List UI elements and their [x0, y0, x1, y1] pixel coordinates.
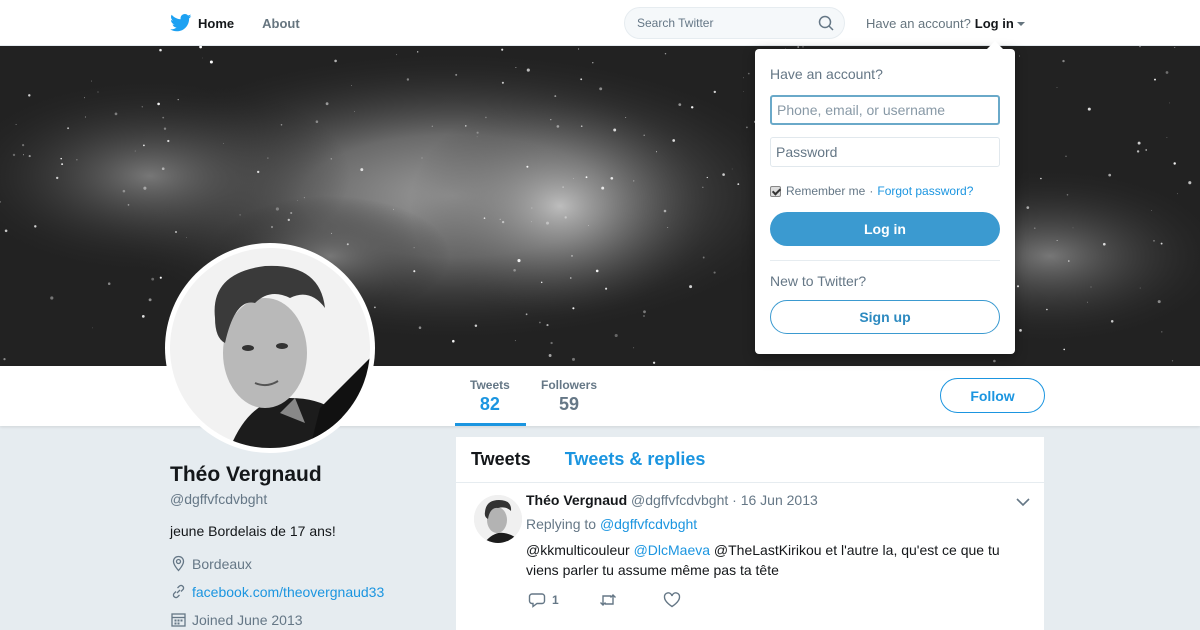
link-icon [172, 584, 185, 599]
password-input[interactable] [770, 137, 1000, 167]
profile-avatar[interactable] [165, 243, 375, 453]
nav-left: Home About [170, 0, 328, 46]
replying-to-handle[interactable]: @dgffvfcdvbght [600, 516, 697, 532]
website-link[interactable]: facebook.com/theovergnaud33 [192, 584, 384, 600]
tweet-item[interactable]: Théo Vergnaud @dgffvfcdvbght · 16 Jun 20… [456, 483, 1044, 623]
login-dropdown: Have an account? Remember me · Forgot pa… [755, 41, 1015, 354]
chevron-down-icon[interactable] [1016, 497, 1030, 507]
username-input[interactable] [770, 95, 1000, 125]
reply-icon [528, 593, 546, 608]
follow-button[interactable]: Follow [940, 378, 1045, 413]
tweet-replying-to: Replying to @dgffvfcdvbght [526, 516, 697, 532]
tab-tweets[interactable]: Tweets [471, 449, 531, 470]
followers-stat-value: 59 [558, 394, 580, 414]
tweet-mention[interactable]: @DlcMaeva [634, 542, 710, 558]
remember-row: Remember me · Forgot password? [770, 184, 973, 198]
tweet-header: Théo Vergnaud @dgffvfcdvbght · 16 Jun 20… [526, 492, 818, 508]
tweet-text-part1: @kkmulticouleur [526, 542, 630, 558]
home-label: Home [198, 15, 235, 31]
login-button[interactable]: Log in [770, 212, 1000, 246]
retweet-icon [599, 594, 616, 606]
retweet-action[interactable] [599, 591, 623, 609]
home-link[interactable]: Home [170, 14, 234, 32]
replying-to-label: Replying to [526, 516, 597, 532]
search-box [624, 7, 845, 39]
reply-action[interactable]: 1 [528, 591, 559, 609]
search-input[interactable] [637, 8, 817, 38]
tweets-stat[interactable]: Tweets 82 [470, 378, 510, 415]
remember-checkbox[interactable] [770, 185, 781, 197]
search-icon[interactable] [818, 15, 834, 31]
active-tab-underline [455, 423, 526, 426]
like-action[interactable] [663, 591, 687, 609]
profile-joined: Joined June 2013 [170, 611, 303, 628]
timeline: Tweets Tweets & replies Théo Vergnaud @d… [456, 437, 1044, 630]
tweet-author-name[interactable]: Théo Vergnaud [526, 492, 627, 508]
tweet-actions: 1 [528, 591, 727, 609]
tweet-date[interactable]: 16 Jun 2013 [741, 492, 818, 508]
tweets-stat-value: 82 [479, 394, 500, 414]
joined-text: Joined June 2013 [192, 611, 303, 628]
tweet-author-handle[interactable]: @dgffvfcdvbght [631, 492, 728, 508]
login-toggle[interactable]: Log in [975, 16, 1014, 31]
tweet-avatar[interactable] [474, 495, 522, 543]
location-icon [172, 555, 185, 572]
followers-stat[interactable]: Followers 59 [541, 378, 597, 415]
forgot-password-link[interactable]: Forgot password? [877, 184, 973, 198]
profile-location: Bordeaux [170, 555, 252, 572]
avatar-image [170, 248, 370, 448]
profile-website[interactable]: facebook.com/theovergnaud33 [170, 583, 384, 600]
tweets-stat-label: Tweets [470, 378, 510, 392]
remember-separator: · [869, 184, 874, 198]
tweet-dot: · [732, 492, 737, 508]
tab-tweets-replies[interactable]: Tweets & replies [565, 449, 706, 470]
top-navigation-bar: Home About Have an account? Log in [0, 0, 1200, 46]
have-account-text: Have an account? [866, 16, 971, 31]
tweet-text: @kkmulticouleur @DlcMaeva @TheLastKiriko… [526, 540, 1026, 580]
signup-button[interactable]: Sign up [770, 300, 1000, 334]
new-to-twitter-text: New to Twitter? [770, 273, 867, 289]
tweet-avatar-image [474, 495, 522, 543]
calendar-icon [171, 613, 186, 627]
dropdown-title: Have an account? [770, 66, 883, 82]
profile-name[interactable]: Théo Vergnaud [170, 463, 322, 487]
caret-down-icon[interactable] [1016, 21, 1025, 26]
followers-stat-label: Followers [541, 378, 598, 392]
like-icon [663, 592, 680, 608]
dropdown-arrow [987, 41, 1003, 49]
about-link[interactable]: About [262, 16, 300, 31]
account-menu: Have an account? Log in [866, 16, 1025, 31]
profile-handle[interactable]: @dgffvfcdvbght [170, 491, 267, 507]
timeline-tabs: Tweets Tweets & replies [456, 437, 1044, 483]
profile-bio: jeune Bordelais de 17 ans! [170, 523, 336, 539]
location-text: Bordeaux [192, 555, 252, 572]
dropdown-divider [770, 260, 1000, 261]
remember-label[interactable]: Remember me [786, 184, 865, 198]
twitter-bird-icon [170, 14, 192, 32]
reply-count: 1 [552, 593, 559, 607]
